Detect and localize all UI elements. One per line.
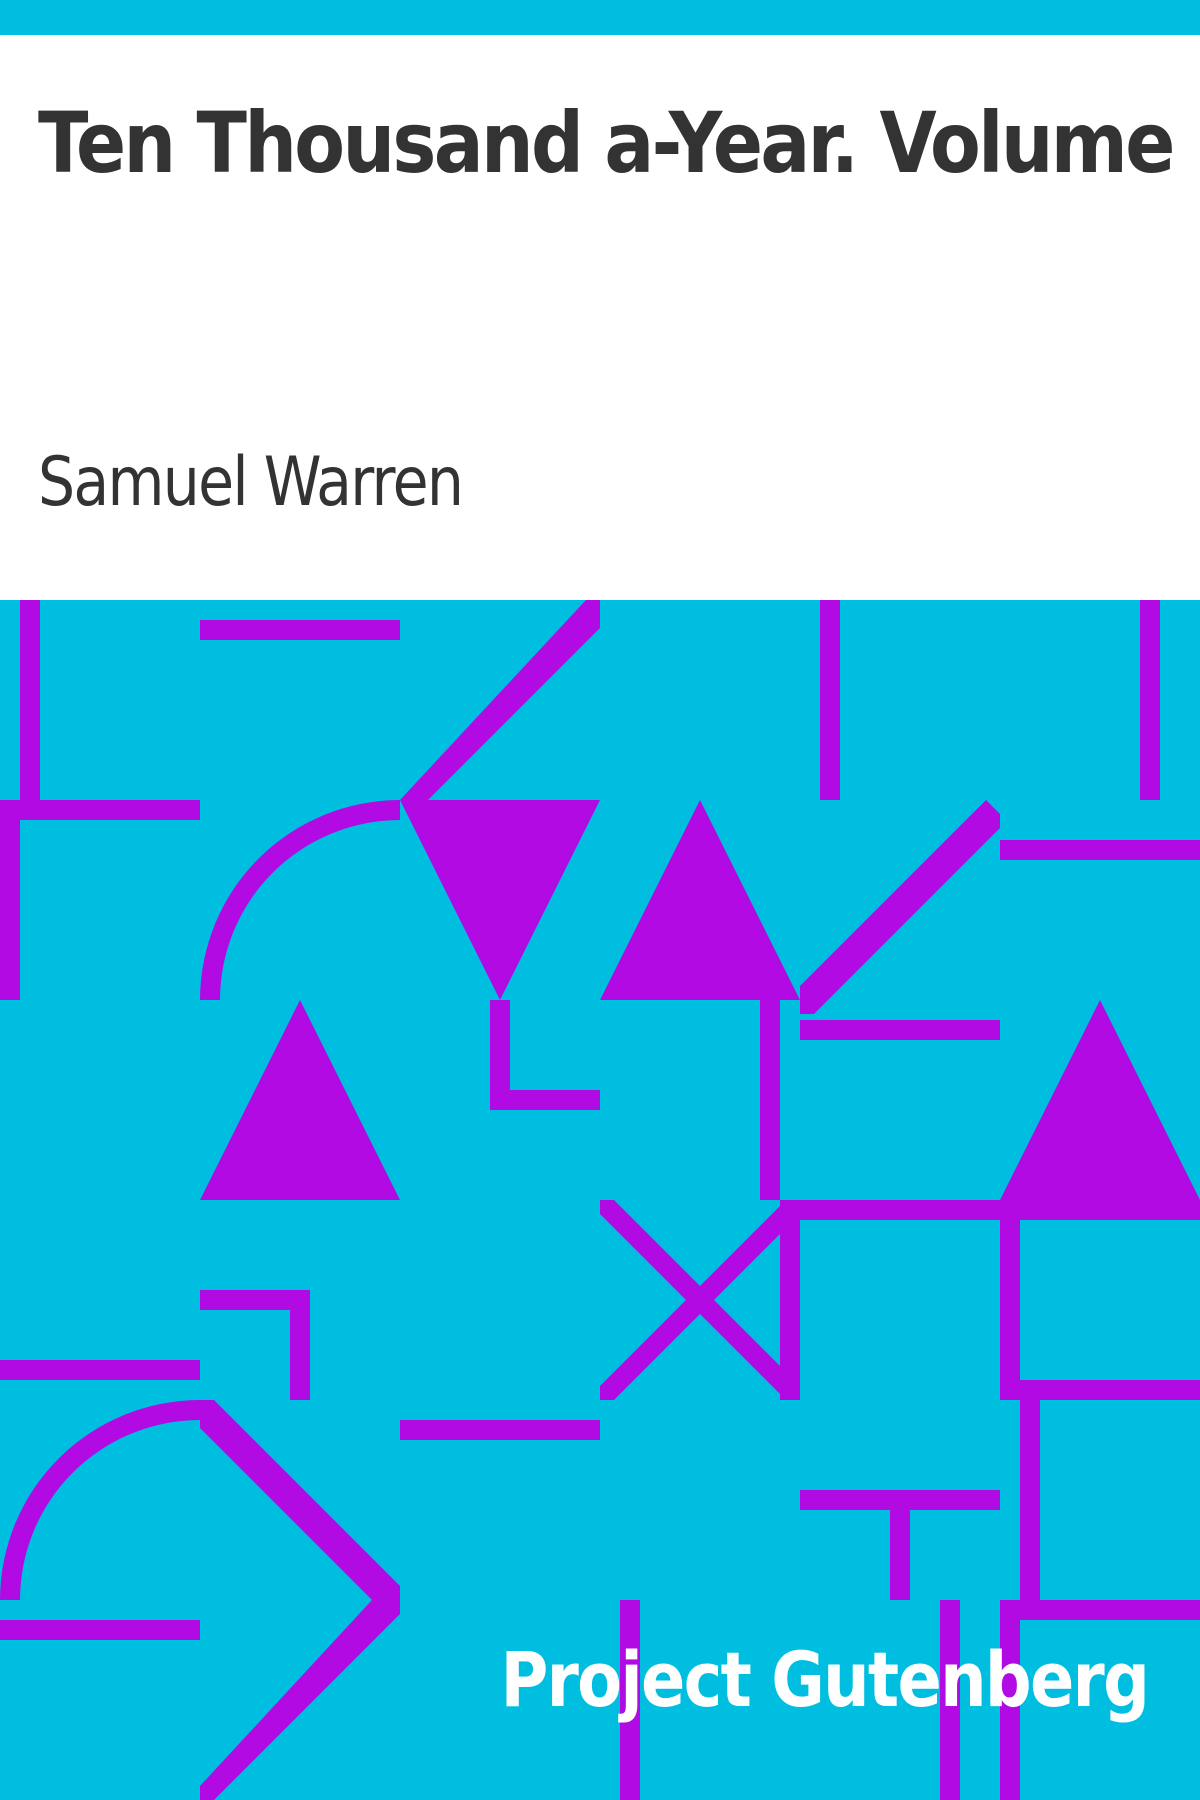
pattern-bar	[1020, 1400, 1040, 1600]
pattern-bar	[780, 1200, 800, 1400]
pattern-bar	[1020, 1600, 1200, 1620]
pattern-bar	[0, 800, 20, 1000]
geometric-pattern-artwork	[0, 600, 1200, 1800]
pattern-bar	[820, 600, 840, 800]
pattern-bar	[1140, 600, 1160, 800]
pattern-bar	[760, 1000, 780, 1200]
pattern-bar	[490, 1090, 600, 1110]
pattern-bar	[400, 1420, 600, 1440]
pattern-bar	[800, 1020, 1000, 1040]
pattern-bar	[1000, 1200, 1020, 1400]
publisher-name: Project Gutenberg	[500, 1635, 1149, 1724]
pattern-bar	[890, 1490, 910, 1600]
pattern-bar	[0, 800, 200, 820]
pattern-bar	[780, 1200, 1200, 1220]
book-cover: Ten Thousand a-Year. Volume 2 Samuel War…	[0, 0, 1200, 1800]
top-accent-bar	[0, 0, 1200, 35]
pattern-bar	[20, 600, 40, 800]
pattern-bar	[0, 1620, 200, 1640]
book-author: Samuel Warren	[38, 443, 464, 522]
pattern-bar	[1000, 840, 1200, 860]
pattern-bar	[0, 1360, 200, 1380]
pattern-bar	[200, 620, 400, 640]
pattern-bar	[1000, 1380, 1200, 1400]
book-title: Ten Thousand a-Year. Volume 2	[38, 94, 1200, 192]
pattern-bar	[290, 1290, 310, 1400]
